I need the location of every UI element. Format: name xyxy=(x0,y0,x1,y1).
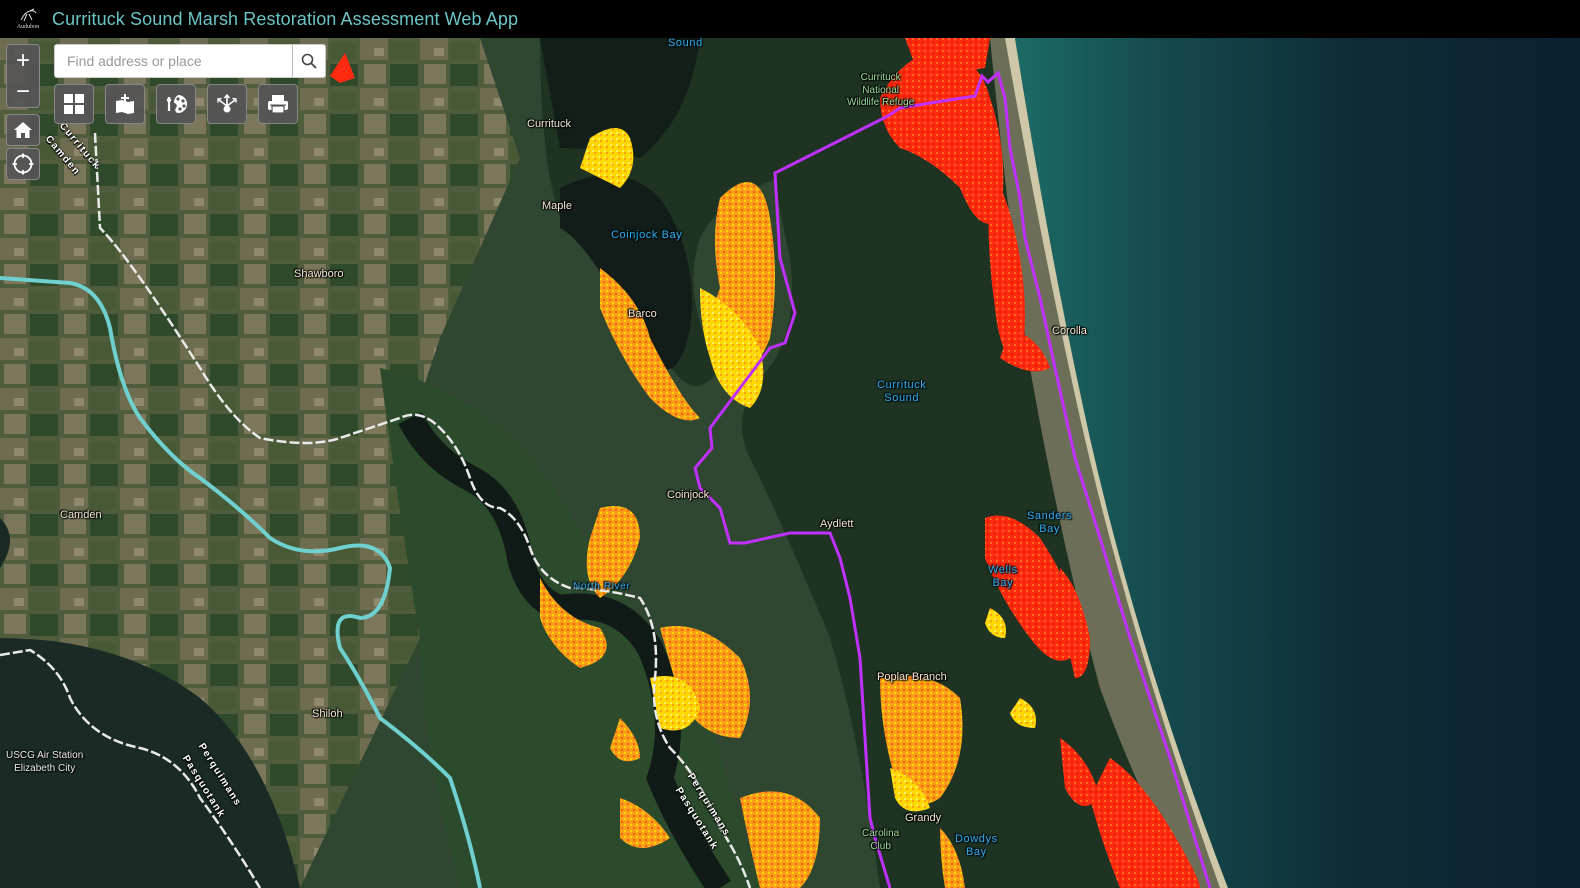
town-label-shawboro: Shawboro xyxy=(294,268,344,280)
town-label-poplar-branch: Poplar Branch xyxy=(877,671,947,683)
search-icon xyxy=(301,53,317,69)
town-label-currituck: Currituck xyxy=(527,118,572,130)
park-label-wildlife-refuge: Currituck National Wildlife Refuge xyxy=(847,72,915,108)
add-data-button[interactable] xyxy=(105,84,145,124)
town-label-camden: Camden xyxy=(60,509,102,521)
town-label-grandy: Grandy xyxy=(905,812,942,824)
search-widget xyxy=(54,44,326,78)
town-label-barco: Barco xyxy=(628,308,657,320)
water-label-north-river: North River xyxy=(573,581,631,592)
home-button[interactable] xyxy=(6,114,40,146)
water-label-dowdys-bay: Dowdys Bay xyxy=(955,833,998,858)
logo-text: Audubon xyxy=(16,24,40,30)
zoom-out-button[interactable]: − xyxy=(7,76,39,107)
water-label-currituck-sound: Currituck Sound xyxy=(877,379,927,404)
basemap-gallery-button[interactable] xyxy=(54,84,94,124)
share-button[interactable] xyxy=(207,84,247,124)
widget-toolbar xyxy=(54,84,298,124)
audubon-logo: Audubon xyxy=(8,0,48,38)
locate-button[interactable] xyxy=(6,148,40,180)
home-icon xyxy=(14,122,32,138)
park-label-carolina-club: Carolina Club xyxy=(862,828,900,852)
bird-icon xyxy=(20,8,37,22)
town-label-maple: Maple xyxy=(542,200,572,212)
share-icon xyxy=(217,93,237,113)
locate-crosshair-icon xyxy=(12,153,34,175)
water-label-sound: Sound xyxy=(668,38,703,49)
legend-style-button[interactable] xyxy=(156,84,196,124)
grid-icon xyxy=(64,94,84,114)
town-label-aydlett: Aydlett xyxy=(820,518,854,530)
print-button[interactable] xyxy=(258,84,298,124)
town-label-shiloh: Shiloh xyxy=(312,708,343,720)
search-input[interactable] xyxy=(55,45,292,77)
basemap-imagery xyxy=(0,38,1580,888)
palette-icon xyxy=(166,95,187,113)
search-button[interactable] xyxy=(292,45,325,77)
town-label-coinjock: Coinjock xyxy=(667,489,710,501)
poi-label-uscg-air-station: USCG Air Station Elizabeth City xyxy=(6,750,84,774)
water-label-coinjock-bay: Coinjock Bay xyxy=(611,229,683,241)
water-label-sanders-bay: Sanders Bay xyxy=(1027,510,1073,535)
printer-icon xyxy=(268,95,288,114)
water-label-wells-bay: Wells Bay xyxy=(988,564,1018,589)
zoom-in-button[interactable]: + xyxy=(7,45,39,76)
map-view[interactable]: Currituck Maple Shawboro Barco Corolla C… xyxy=(0,38,1580,888)
add-data-icon xyxy=(116,94,134,114)
app-title: Currituck Sound Marsh Restoration Assess… xyxy=(52,8,519,29)
zoom-control: + − xyxy=(6,44,40,108)
town-label-corolla: Corolla xyxy=(1052,325,1087,337)
app-header: Audubon Currituck Sound Marsh Restoratio… xyxy=(0,0,1580,38)
